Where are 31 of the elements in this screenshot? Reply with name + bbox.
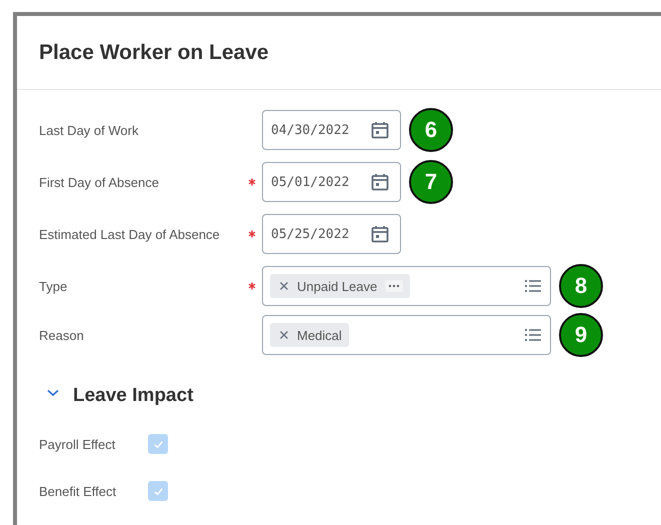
multiselect-field[interactable]: Medical (262, 315, 551, 355)
remove-icon[interactable] (279, 281, 289, 291)
check-icon (152, 486, 164, 496)
page-title: Place Worker on Leave (39, 40, 269, 64)
field-label: Last Day of Work (39, 122, 138, 138)
remove-icon[interactable] (279, 330, 289, 340)
checkbox-label: Benefit Effect (39, 484, 118, 498)
step-badge: 7 (409, 160, 453, 204)
date-field[interactable]: 04/30/2022 (262, 110, 401, 150)
step-badge: 8 (559, 264, 603, 308)
date-field[interactable]: 05/01/2022 (262, 162, 401, 202)
multiselect-field[interactable]: Unpaid Leave (262, 266, 551, 306)
chevron-icon[interactable] (47, 389, 59, 397)
field-label: Estimated Last Day of Absence (39, 226, 220, 242)
list-icon[interactable] (524, 327, 542, 343)
step-badge: 9 (559, 313, 603, 357)
step-badge: 6 (409, 108, 453, 152)
calendar-icon[interactable] (370, 224, 390, 244)
more-icon[interactable] (385, 280, 404, 292)
list-icon[interactable] (524, 278, 542, 294)
selected-token[interactable]: Medical (270, 323, 349, 347)
selected-token[interactable]: Unpaid Leave (270, 274, 410, 298)
calendar-icon[interactable] (370, 172, 390, 192)
field-label: Reason (39, 328, 84, 342)
field-label: Type (39, 278, 68, 294)
calendar-icon[interactable] (370, 120, 390, 140)
check-icon (152, 438, 164, 450)
section-title: Leave Impact (73, 385, 194, 407)
field-label: First Day of Absence (39, 174, 159, 190)
date-field[interactable]: 05/25/2022 (262, 214, 401, 254)
checkbox-label: Payroll Effect (39, 436, 116, 452)
